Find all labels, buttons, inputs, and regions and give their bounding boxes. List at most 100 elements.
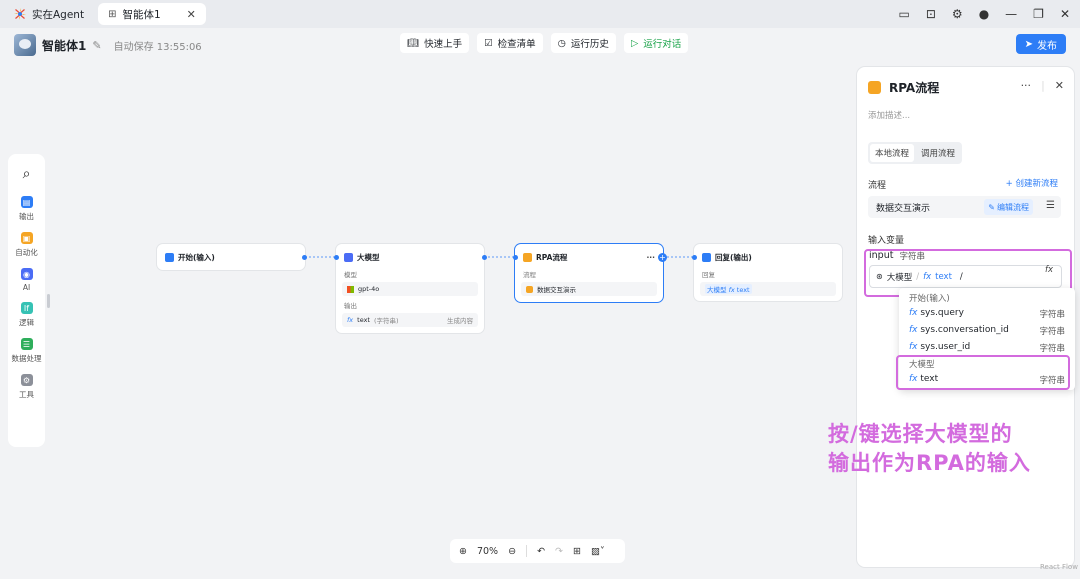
node-start[interactable]: 开始(输入) xyxy=(157,244,305,270)
rpa-input-handle[interactable] xyxy=(513,255,518,260)
flow-section-label: 流程 xyxy=(868,181,887,191)
node-title: 回复(输出) xyxy=(715,253,752,262)
panel-divider: | xyxy=(1041,79,1045,92)
start-node-icon xyxy=(165,253,174,262)
flow-select-value: 数据交互演示 xyxy=(876,203,931,214)
rpa-node-icon xyxy=(523,253,532,262)
model-value-box: gpt-4o xyxy=(342,282,478,296)
fx-icon: fx xyxy=(909,325,921,335)
node-llm[interactable]: 大模型 模型 gpt-4o 输出 fx text (字符串) 生成内容 xyxy=(336,244,484,333)
llm-output-handle[interactable] xyxy=(482,255,487,260)
description-input[interactable]: 添加描述... xyxy=(868,109,910,121)
add-node-icon[interactable]: + xyxy=(658,253,667,262)
data-processing-icon: ☰ xyxy=(20,338,33,350)
panel-resize-handle[interactable] xyxy=(47,294,50,308)
annotation-line-1: 按/键选择大模型的 xyxy=(828,422,1013,446)
layout-grid-icon[interactable]: ⊞ xyxy=(573,546,581,557)
microsoft-icon xyxy=(347,285,354,293)
palette-label: 输出 xyxy=(19,212,34,221)
flow-source-segmented: 本地流程 调用流程 xyxy=(868,142,963,164)
search-button[interactable]: ⌕ xyxy=(23,166,31,182)
reply-content-box: 大模型 fx text xyxy=(700,282,836,296)
start-output-handle[interactable] xyxy=(302,255,307,260)
zoom-out-icon[interactable]: ⊖ xyxy=(508,546,516,557)
rpa-panel-icon xyxy=(868,81,881,94)
var-name: sys.conversation_id xyxy=(920,325,1009,335)
tag-source: 大模型 xyxy=(707,286,727,294)
undo-icon[interactable]: ↶ xyxy=(537,546,545,557)
palette-label: 自动化 xyxy=(15,248,38,257)
tag-var: text xyxy=(736,286,750,294)
palette-item-tools[interactable]: ⚙ 工具 xyxy=(19,374,34,400)
automation-icon: ▣ xyxy=(20,232,33,244)
flow-list-icon[interactable]: ☰ xyxy=(1046,200,1055,211)
node-rpa[interactable]: RPA流程 ··· 流程 数据交互演示 xyxy=(515,244,663,302)
output-var-name: text xyxy=(357,316,370,324)
edit-flow-button[interactable]: ✎ 编辑流程 xyxy=(984,199,1033,215)
minimap-icon[interactable]: ▨˅ xyxy=(591,546,605,557)
segment-remote-flow[interactable]: 调用流程 xyxy=(916,144,960,162)
zoom-toolbar: ⊕ 70% ⊖ ↶ ↷ ⊞ ▨˅ xyxy=(450,539,625,563)
redo-icon[interactable]: ↷ xyxy=(555,546,563,557)
reply-var-tag: 大模型 fx text xyxy=(705,284,752,294)
dropdown-item-sys-query[interactable]: fx sys.query 字符串 xyxy=(909,308,1065,320)
flow-label: 流程 xyxy=(523,271,536,279)
palette-item-ai[interactable]: ◉ AI xyxy=(20,268,33,292)
flow-value: 数据交互演示 xyxy=(537,286,576,294)
node-title: 开始(输入) xyxy=(178,253,215,262)
input-vars-label: 输入变量 xyxy=(868,236,905,246)
annotation-line-2: 输出作为RPA的输入 xyxy=(828,451,1031,475)
dropdown-item-sys-user-id[interactable]: fx sys.user_id 字符串 xyxy=(909,342,1065,354)
panel-actions: ··· | ✕ xyxy=(1021,79,1064,92)
fx-icon: fx xyxy=(909,308,921,318)
rpa-flow-icon xyxy=(526,285,533,293)
var-name: sys.user_id xyxy=(920,342,971,352)
node-title: RPA流程 xyxy=(536,253,568,262)
ai-icon: ◉ xyxy=(20,268,33,280)
palette-label: 工具 xyxy=(19,390,34,399)
output-var-type: (字符串) xyxy=(373,317,399,325)
tutorial-annotation: 按/键选择大模型的 输出作为RPA的输入 xyxy=(828,420,1031,478)
palette-label: AI xyxy=(22,283,31,292)
llm-input-handle[interactable] xyxy=(334,255,339,260)
var-name: sys.query xyxy=(920,308,964,318)
zoom-level: 70% xyxy=(476,545,499,557)
flow-select[interactable]: 数据交互演示 ✎ 编辑流程 ☰ xyxy=(868,196,1061,218)
zoom-in-icon[interactable]: ⊕ xyxy=(459,546,467,557)
fx-icon: fx xyxy=(909,342,921,352)
more-options-icon[interactable]: ··· xyxy=(1021,79,1032,92)
more-options-icon[interactable]: ··· xyxy=(646,253,655,262)
panel-title: RPA流程 xyxy=(889,81,940,95)
logic-icon: If xyxy=(20,302,33,314)
output-var-box: fx text (字符串) 生成内容 xyxy=(342,313,478,327)
node-reply[interactable]: 回复(输出) 回复 大模型 fx text xyxy=(694,244,842,301)
fx-icon: fx xyxy=(728,286,737,294)
create-flow-link[interactable]: + 创建新流程 xyxy=(1006,177,1058,189)
var-type: 字符串 xyxy=(1039,327,1065,337)
react-flow-attribution: React Flow xyxy=(1040,563,1078,571)
toolbar-divider xyxy=(526,545,528,557)
llm-node-icon xyxy=(344,253,353,262)
flow-value-box: 数据交互演示 xyxy=(521,282,657,296)
reply-node-icon xyxy=(702,253,711,262)
palette-item-data[interactable]: ☰ 数据处理 xyxy=(12,338,42,364)
palette-item-logic[interactable]: If 逻辑 xyxy=(19,302,34,328)
output-label: 输出 xyxy=(344,302,357,310)
var-type: 字符串 xyxy=(1039,310,1065,320)
node-title: 大模型 xyxy=(357,253,380,262)
dropdown-item-sys-conversation-id[interactable]: fx sys.conversation_id 字符串 xyxy=(909,325,1065,337)
palette-item-output[interactable]: ▤ 输出 xyxy=(19,196,34,222)
close-panel-icon[interactable]: ✕ xyxy=(1055,79,1064,92)
palette-item-automation[interactable]: ▣ 自动化 xyxy=(15,232,38,258)
tools-icon: ⚙ xyxy=(20,374,33,386)
panel-header: RPA流程 xyxy=(868,79,939,96)
search-icon: ⌕ xyxy=(22,166,31,182)
var-type: 字符串 xyxy=(1039,344,1065,354)
segment-local-flow[interactable]: 本地流程 xyxy=(870,144,915,162)
edit-flow-label: 编辑流程 xyxy=(997,202,1029,212)
output-var-desc: 生成内容 xyxy=(447,317,473,325)
model-value: gpt-4o xyxy=(358,285,380,293)
palette-label: 逻辑 xyxy=(19,318,34,327)
reply-input-handle[interactable] xyxy=(692,255,697,260)
annotation-highlight-llm-output xyxy=(896,355,1070,390)
